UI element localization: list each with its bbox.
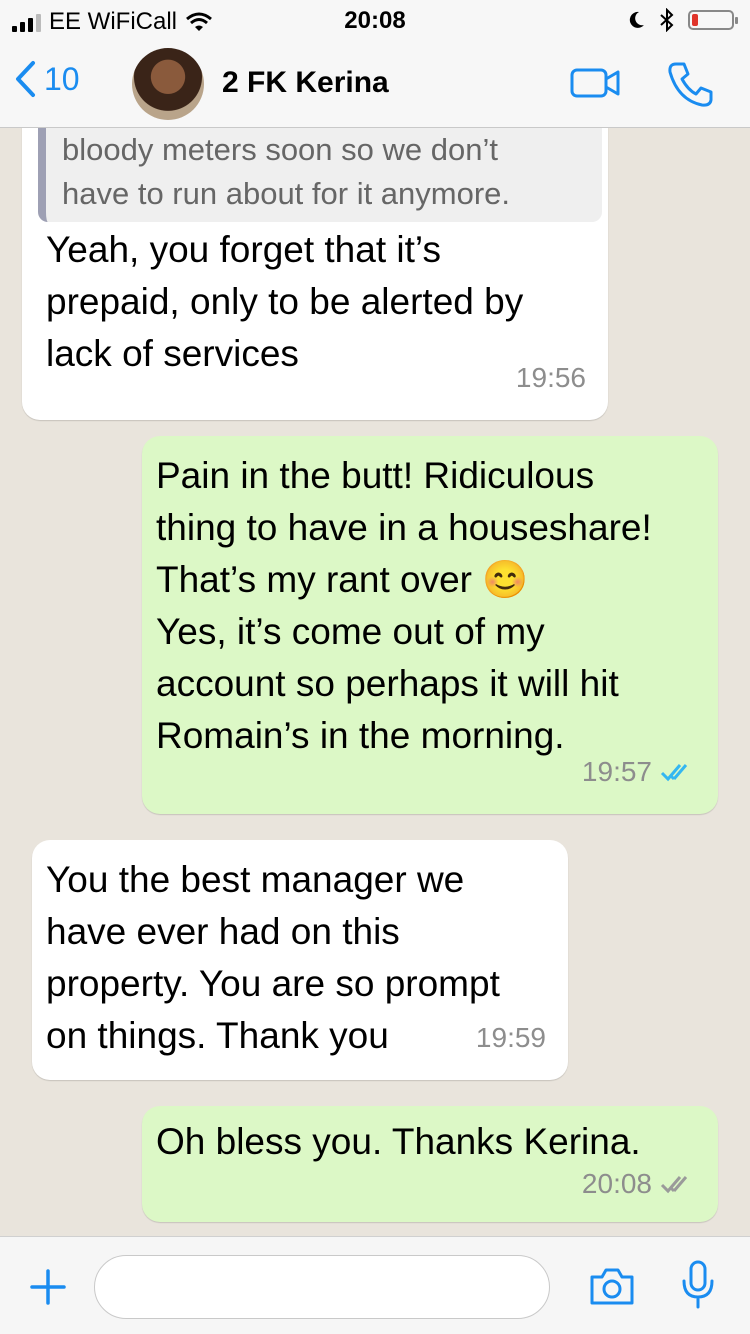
avatar[interactable] bbox=[132, 48, 204, 120]
back-chevron-icon bbox=[16, 61, 35, 97]
message-time: 19:56 bbox=[515, 362, 586, 393]
back-button[interactable]: 10 bbox=[14, 60, 80, 98]
incoming-message[interactable]: You the best manager we have ever had on… bbox=[32, 840, 568, 1080]
message-list[interactable]: bloody meters soon so we don’t have to r… bbox=[0, 128, 750, 1236]
plus-icon[interactable] bbox=[28, 1267, 68, 1307]
status-bar: EE WiFiCall 20:08 bbox=[0, 0, 750, 40]
unread-count: 10 bbox=[44, 60, 80, 97]
contact-name[interactable]: 2 FK Kerina bbox=[222, 66, 389, 100]
message-meta: 19:59 bbox=[476, 1012, 546, 1064]
outgoing-message[interactable]: Oh bless you. Thanks Kerina. 20:08 bbox=[142, 1106, 718, 1222]
bluetooth-icon bbox=[660, 8, 674, 32]
read-ticks-icon bbox=[660, 764, 688, 782]
message-time: 19:59 bbox=[475, 1022, 546, 1053]
message-meta: 19:56 bbox=[516, 352, 586, 404]
incoming-message[interactable]: bloody meters soon so we don’t have to r… bbox=[22, 128, 608, 420]
microphone-icon[interactable] bbox=[680, 1259, 716, 1311]
message-time: 20:08 bbox=[581, 1168, 652, 1199]
message-meta: 20:08 bbox=[582, 1158, 696, 1210]
battery-icon bbox=[688, 10, 738, 30]
camera-icon[interactable] bbox=[588, 1265, 636, 1307]
video-call-icon[interactable] bbox=[570, 66, 622, 100]
delivered-ticks-icon bbox=[660, 1176, 688, 1194]
input-bar bbox=[0, 1236, 750, 1334]
quoted-message[interactable]: bloody meters soon so we don’t have to r… bbox=[38, 128, 602, 222]
moon-icon bbox=[629, 11, 644, 28]
message-text: Pain in the butt! Ridiculous thing to ha… bbox=[156, 455, 652, 756]
phone-call-icon[interactable] bbox=[666, 60, 714, 108]
message-time: 19:57 bbox=[581, 756, 652, 787]
message-meta: 19:57 bbox=[582, 746, 696, 798]
message-input[interactable] bbox=[94, 1255, 550, 1319]
quoted-message-text: bloody meters soon so we don’t have to r… bbox=[62, 132, 511, 211]
chat-header: 10 2 FK Kerina bbox=[0, 40, 750, 128]
outgoing-message[interactable]: Pain in the butt! Ridiculous thing to ha… bbox=[142, 436, 718, 814]
